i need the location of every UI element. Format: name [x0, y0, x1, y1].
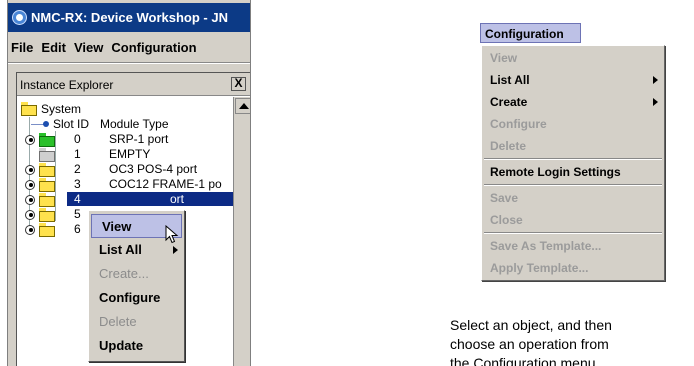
slot-id-0[interactable]: 0	[74, 132, 81, 146]
mouse-cursor-icon	[165, 225, 179, 244]
context-configure[interactable]: Configure	[89, 286, 184, 310]
folder-icon	[39, 193, 55, 207]
app-logo-icon	[12, 10, 27, 25]
context-configure-label: Configure	[99, 290, 161, 305]
caption-line-2: choose an operation from	[450, 336, 609, 352]
cfg-close[interactable]: Close	[490, 209, 660, 231]
vertical-scrollbar[interactable]	[233, 97, 250, 366]
folder-icon	[21, 102, 37, 116]
cfg-create[interactable]: Create	[490, 91, 660, 113]
menu-configuration[interactable]: Configuration	[108, 37, 201, 59]
column-module-type: Module Type	[100, 117, 169, 131]
menu-separator	[484, 232, 662, 234]
context-update-label: Update	[99, 338, 144, 353]
menu-edit[interactable]: Edit	[38, 37, 71, 59]
folder-icon	[39, 208, 55, 222]
folder-icon	[39, 133, 55, 147]
slot-id-6[interactable]: 6	[74, 222, 81, 236]
menu-separator	[484, 158, 662, 160]
device-workshop-window: NMC-RX: Device Workshop - JN File Edit V…	[7, 0, 251, 366]
slot-id-4[interactable]: 4	[74, 192, 81, 206]
slot-dot-icon	[43, 121, 49, 127]
instruction-caption: Select an object, and then choose an ope…	[450, 316, 694, 366]
submenu-arrow-icon	[173, 246, 178, 254]
cfg-list-all-label: List All	[490, 73, 530, 87]
cfg-list-all[interactable]: List All	[490, 69, 660, 91]
cfg-save-as-template[interactable]: Save As Template...	[490, 235, 660, 257]
slot-id-3[interactable]: 3	[74, 177, 81, 191]
expand-icon[interactable]	[25, 225, 35, 235]
module-type-1[interactable]: EMPTY	[109, 147, 150, 161]
menu-bar: File Edit View Configuration	[8, 37, 250, 59]
cfg-apply-template[interactable]: Apply Template...	[490, 257, 660, 279]
folder-icon	[39, 178, 55, 192]
context-view-label: View	[102, 219, 132, 234]
configuration-menu: View List All Create Configure Delete Re…	[481, 45, 665, 281]
configuration-menu-tab[interactable]: Configuration	[480, 23, 581, 43]
tree-root-system[interactable]: System	[41, 102, 81, 116]
context-create-label: Create...	[99, 266, 149, 281]
cfg-delete[interactable]: Delete	[490, 135, 660, 157]
configuration-menu-title: Configuration	[485, 27, 564, 41]
expand-icon[interactable]	[25, 195, 35, 205]
instance-explorer-title: Instance Explorer	[20, 78, 114, 92]
folder-icon	[39, 223, 55, 237]
window-title: NMC-RX: Device Workshop - JN	[31, 10, 228, 25]
slot-id-2[interactable]: 2	[74, 162, 81, 176]
instance-explorer-header: Instance Explorer	[17, 73, 250, 96]
context-delete[interactable]: Delete	[89, 310, 184, 334]
cfg-view[interactable]: View	[490, 47, 660, 69]
module-type-0[interactable]: SRP-1 port	[109, 132, 168, 146]
expand-icon[interactable]	[25, 165, 35, 175]
slot-id-5[interactable]: 5	[74, 207, 81, 221]
menu-separator	[8, 62, 250, 64]
cfg-configure[interactable]: Configure	[490, 113, 660, 135]
cfg-remote-login-settings[interactable]: Remote Login Settings	[490, 161, 660, 183]
scroll-up-icon[interactable]	[235, 98, 250, 114]
context-create[interactable]: Create...	[89, 262, 184, 286]
folder-icon	[39, 163, 55, 177]
expand-icon[interactable]	[25, 135, 35, 145]
selected-row-highlight	[67, 192, 233, 206]
context-update[interactable]: Update	[89, 334, 184, 358]
submenu-arrow-icon	[653, 76, 658, 84]
tree-connector	[55, 131, 56, 221]
expand-icon[interactable]	[25, 210, 35, 220]
column-slot-id: Slot ID	[53, 117, 90, 131]
menu-separator	[484, 184, 662, 186]
menu-view[interactable]: View	[71, 37, 108, 59]
folder-icon	[39, 148, 55, 162]
context-list-all-label: List All	[99, 242, 142, 257]
module-type-4-tail[interactable]: ort	[170, 192, 184, 206]
caption-line-3: the Configuration menu.	[450, 355, 600, 366]
caption-line-1: Select an object, and then	[450, 317, 612, 333]
module-type-3[interactable]: COC12 FRAME-1 po	[109, 177, 222, 191]
slot-id-1[interactable]: 1	[74, 147, 81, 161]
cfg-save[interactable]: Save	[490, 187, 660, 209]
title-bar[interactable]: NMC-RX: Device Workshop - JN	[8, 3, 250, 32]
submenu-arrow-icon	[653, 98, 658, 106]
module-type-2[interactable]: OC3 POS-4 port	[109, 162, 197, 176]
menu-file[interactable]: File	[8, 37, 38, 59]
close-icon[interactable]: X	[231, 77, 246, 91]
expand-icon[interactable]	[25, 180, 35, 190]
context-delete-label: Delete	[99, 314, 137, 329]
cfg-create-label: Create	[490, 95, 528, 109]
